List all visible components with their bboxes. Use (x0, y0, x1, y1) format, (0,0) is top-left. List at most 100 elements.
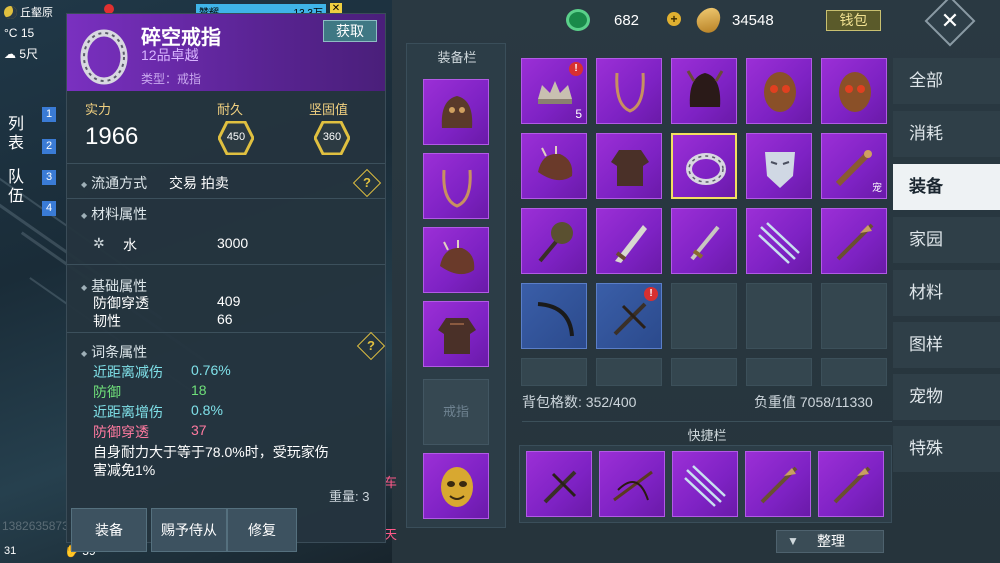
power-label: 实力 (85, 102, 112, 117)
help-icon[interactable]: ? (352, 168, 382, 198)
inventory-slot[interactable] (821, 58, 887, 124)
inventory-slot-empty[interactable] (821, 358, 887, 386)
quickbar-slot[interactable] (599, 451, 665, 517)
list-tab-char2[interactable]: 表 (8, 134, 24, 153)
help-icon[interactable]: ? (356, 331, 386, 361)
inventory-slot[interactable] (821, 208, 887, 274)
tab-home[interactable]: 家园 (893, 217, 1000, 263)
necklace-icon (442, 169, 472, 208)
inventory-slot[interactable] (596, 58, 662, 124)
water-element-icon: ✲ (93, 235, 105, 251)
inventory-slot[interactable] (596, 133, 662, 199)
location-name: 丘壑原 (20, 7, 53, 19)
tab-special[interactable]: 特殊 (893, 426, 1000, 472)
inventory-slot-empty[interactable] (521, 358, 587, 386)
temperature-unit: °C (4, 26, 18, 40)
tab-patterns[interactable]: 图样 (893, 322, 1000, 368)
affix-description: 自身耐力大于等于78.0%时，受玩家伤 (93, 444, 329, 460)
inventory-slot[interactable] (521, 133, 587, 199)
mace-icon (538, 222, 573, 263)
wallet-button[interactable]: 钱包 (826, 10, 881, 31)
base-attr-name: 防御穿透 (93, 295, 149, 311)
inventory-slot[interactable] (521, 208, 587, 274)
beast-helmet-icon (441, 96, 473, 128)
quickbar-slot[interactable] (672, 451, 738, 517)
inventory-slot[interactable] (596, 208, 662, 274)
close-icon[interactable]: ✕ (934, 5, 966, 37)
inventory-slot-selected[interactable] (671, 133, 737, 199)
pet-tag: 宠 (872, 183, 882, 194)
sort-button[interactable]: ▼ 整理 (776, 530, 884, 553)
equip-slot-necklace[interactable] (423, 153, 489, 219)
affix-name: 近距离增伤 (93, 404, 163, 420)
inventory-slot[interactable]: ! (596, 283, 662, 349)
jade-value: 682 (614, 12, 640, 29)
chevron-down-icon: ▼ (787, 534, 799, 548)
tab-all[interactable]: 全部 (893, 58, 1000, 104)
team-member-1[interactable]: 1 (42, 107, 56, 122)
load-capacity-value: 7058/11330 (799, 394, 873, 410)
sword-icon (615, 225, 647, 263)
base-attr-value: 409 (217, 293, 241, 309)
repair-button[interactable]: 修复 (227, 508, 297, 552)
quickbar-slot[interactable] (526, 451, 592, 517)
tab-pets[interactable]: 宠物 (893, 374, 1000, 420)
circulation-value: 交易 拍卖 (169, 175, 229, 191)
inventory-slot[interactable]: 宠 (821, 133, 887, 199)
equip-slot-armor[interactable] (423, 301, 489, 367)
inventory-slot[interactable] (746, 133, 812, 199)
inventory-slot-empty[interactable] (821, 283, 887, 349)
item-type: 类型：戒指 (141, 72, 202, 86)
material-value: 3000 (217, 235, 249, 251)
equip-button[interactable]: 装备 (71, 508, 147, 552)
base-attr-section: 基础属性 防御穿透 409 韧性 66 (67, 264, 385, 330)
bag-capacity: 背包格数: 352/400 (522, 392, 636, 412)
durability-label: 耐久 (217, 102, 244, 117)
affix-title: 词条属性 (81, 342, 147, 362)
durability-value: 450 (226, 131, 246, 143)
equip-slot-shoulder[interactable] (423, 227, 489, 293)
inventory-slot-empty[interactable] (746, 358, 812, 386)
inventory-slot[interactable] (746, 58, 812, 124)
inventory-slot[interactable]: ! 5 (521, 58, 587, 124)
inventory-slot-empty[interactable] (596, 358, 662, 386)
affix-value: 0.8% (191, 402, 223, 418)
inventory-slot[interactable] (671, 208, 737, 274)
slot-count: 5 (575, 107, 582, 121)
load-capacity: 负重值 7058/11330 (754, 392, 873, 412)
inventory-slot[interactable] (671, 58, 737, 124)
bag-capacity-value: 352/400 (585, 394, 637, 410)
team-member-2[interactable]: 2 (42, 139, 56, 154)
bottom-counter: 31 (4, 545, 17, 557)
give-servant-button[interactable]: 赐予侍从 (151, 508, 227, 552)
item-detail-panel: 碎空戒指 12品卓越 类型：戒指 获取 实力 耐久 坚固值 1966 450 3… (66, 13, 386, 552)
base-attr-name: 韧性 (93, 313, 121, 329)
get-button[interactable]: 获取 (323, 20, 377, 42)
item-detail-header: 碎空戒指 12品卓越 类型：戒指 获取 (67, 14, 385, 91)
tab-materials[interactable]: 材料 (893, 270, 1000, 316)
equip-slot-ring-empty[interactable]: 戒指 (423, 379, 489, 445)
item-weight: 重量: 3 (329, 489, 370, 504)
inventory-slot-empty[interactable] (671, 358, 737, 386)
team-tab-char2[interactable]: 伍 (8, 187, 24, 206)
inventory-slot[interactable] (746, 208, 812, 274)
quickbar-slot[interactable] (818, 451, 884, 517)
inventory-slot-empty[interactable] (746, 283, 812, 349)
helmet-icon (686, 70, 724, 107)
tab-equipment[interactable]: 装备 (893, 164, 1000, 210)
temperature-value: 15 (20, 26, 35, 40)
add-currency-icon[interactable]: + (667, 12, 681, 26)
team-member-4[interactable]: 4 (42, 201, 56, 216)
temperature: °C 15 (4, 26, 34, 40)
dagger-icon (690, 225, 720, 261)
alert-icon: ! (644, 287, 658, 301)
team-member-3[interactable]: 3 (42, 170, 56, 185)
team-tab-char1[interactable]: 队 (8, 168, 24, 187)
inventory-slot[interactable] (521, 283, 587, 349)
quickbar-slot[interactable] (745, 451, 811, 517)
list-tab-char1[interactable]: 列 (8, 115, 24, 134)
tab-consumables[interactable]: 消耗 (893, 111, 1000, 157)
equip-slot-mask[interactable] (423, 453, 489, 519)
equip-slot-helmet[interactable] (423, 79, 489, 145)
inventory-slot-empty[interactable] (671, 283, 737, 349)
